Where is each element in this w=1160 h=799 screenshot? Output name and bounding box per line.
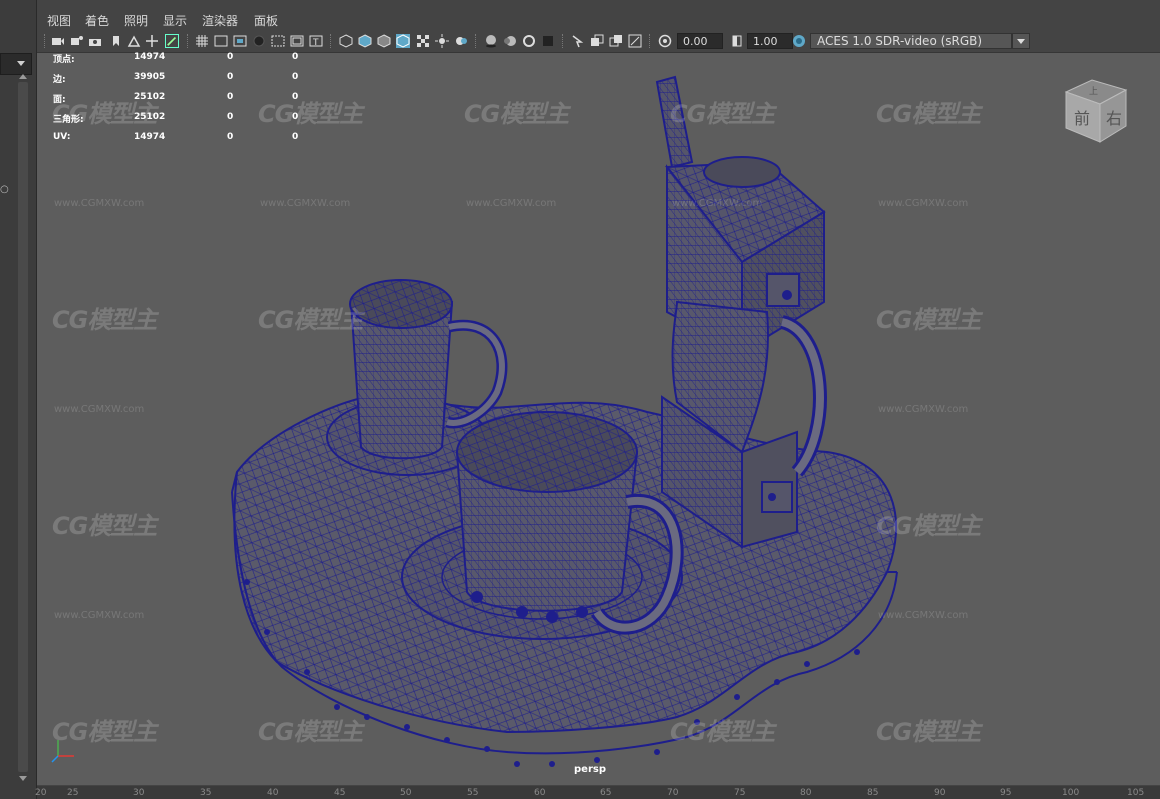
exposure-field[interactable]: 0.00 xyxy=(677,33,723,49)
toolbar-separator xyxy=(187,34,190,48)
film-gate-icon[interactable] xyxy=(214,34,228,48)
ambient-occlusion-icon[interactable] xyxy=(484,34,498,48)
motion-blur-icon[interactable] xyxy=(503,34,517,48)
ruler-tick: 30 xyxy=(133,788,145,798)
toolbar-separator xyxy=(44,34,47,48)
image-plane-icon[interactable] xyxy=(127,34,141,48)
ruler-tick: 70 xyxy=(667,788,679,798)
ruler-tick: 65 xyxy=(600,788,612,798)
ruler-tick: 105 xyxy=(1127,788,1145,798)
panel-toolbar: T 0.00 1.00 ACES 1.0 SDR-video (sRGB) xyxy=(37,30,1160,53)
grid-icon[interactable] xyxy=(195,34,209,48)
left-panel-marker: ○ xyxy=(0,184,9,195)
exposure-icon[interactable] xyxy=(658,34,672,48)
ruler-tick: 80 xyxy=(800,788,812,798)
ruler-tick: 60 xyxy=(534,788,546,798)
left-dropdown[interactable] xyxy=(0,53,32,75)
depth-of-field-icon[interactable] xyxy=(541,34,555,48)
panel-menubar: 视图 着色 照明 显示 渲染器 面板 xyxy=(37,8,1160,30)
xray-components-icon[interactable] xyxy=(628,34,642,48)
isolate-select-icon[interactable] xyxy=(571,34,585,48)
menu-panels[interactable]: 面板 xyxy=(254,12,278,29)
gamma-field[interactable]: 1.00 xyxy=(747,33,793,49)
menu-lighting[interactable]: 照明 xyxy=(124,12,148,29)
ruler-tick: 50 xyxy=(400,788,412,798)
color-transform-field[interactable]: ACES 1.0 SDR-video (sRGB) xyxy=(810,33,1012,49)
ruler-tick: 75 xyxy=(734,788,746,798)
color-transform-dropdown[interactable] xyxy=(1012,33,1030,49)
color-mgmt-icon[interactable] xyxy=(792,34,806,48)
scroll-down-icon[interactable] xyxy=(19,776,27,781)
bookmark-icon[interactable] xyxy=(109,34,123,48)
menu-view[interactable]: 视图 xyxy=(47,12,71,29)
resolution-gate-icon[interactable] xyxy=(233,34,247,48)
light-icon[interactable] xyxy=(435,34,449,48)
toolbar-separator xyxy=(562,34,565,48)
ruler-tick: 55 xyxy=(467,788,479,798)
ruler-tick: 45 xyxy=(334,788,346,798)
ruler-tick: 20 xyxy=(35,788,47,798)
xray-joints-icon[interactable] xyxy=(609,34,623,48)
left-panel: ○ xyxy=(0,0,37,799)
xray-icon[interactable] xyxy=(590,34,604,48)
viewcube-right-label[interactable]: 右 xyxy=(1106,109,1122,128)
field-chart-icon[interactable] xyxy=(271,34,285,48)
viewcube-front-label[interactable]: 前 xyxy=(1074,109,1090,128)
safe-title-icon[interactable]: T xyxy=(309,34,323,48)
ruler-tick: 40 xyxy=(267,788,279,798)
smooth-shade-icon[interactable] xyxy=(358,34,372,48)
camera-icon[interactable] xyxy=(51,34,65,48)
menu-shading[interactable]: 着色 xyxy=(85,12,109,29)
ruler-tick: 95 xyxy=(1000,788,1012,798)
wireframe-on-shaded-icon[interactable] xyxy=(396,34,410,48)
camera-name-label: persp xyxy=(574,764,606,775)
svg-text:T: T xyxy=(312,38,319,48)
ruler-tick: 85 xyxy=(867,788,879,798)
axis-gizmo xyxy=(51,740,74,763)
ruler-tick: 25 xyxy=(67,788,79,798)
ruler-tick: 100 xyxy=(1062,788,1080,798)
wireframe-model[interactable] xyxy=(37,52,1160,786)
shadow-icon[interactable] xyxy=(454,34,468,48)
gamma-icon[interactable] xyxy=(730,34,744,48)
menu-renderer[interactable]: 渲染器 xyxy=(202,12,238,29)
safe-action-icon[interactable] xyxy=(290,34,304,48)
ruler-tick: 35 xyxy=(200,788,212,798)
left-scrollbar[interactable] xyxy=(18,74,28,781)
toolbar-separator xyxy=(649,34,652,48)
camera-attr-icon[interactable] xyxy=(70,34,84,48)
chevron-down-icon xyxy=(1017,39,1025,44)
gate-mask-icon[interactable] xyxy=(252,34,266,48)
anti-alias-icon[interactable] xyxy=(522,34,536,48)
ruler-tick: 90 xyxy=(934,788,946,798)
texture-icon[interactable] xyxy=(416,34,430,48)
scroll-up-icon[interactable] xyxy=(19,74,27,79)
wireframe-icon[interactable] xyxy=(339,34,353,48)
view-cube[interactable]: 上 前 右 xyxy=(1062,76,1130,144)
timeline-ruler[interactable]: 20 25 30 35 40 45 50 55 60 65 70 75 80 8… xyxy=(35,786,1160,799)
grease-pencil-icon[interactable] xyxy=(165,34,179,48)
menu-show[interactable]: 显示 xyxy=(163,12,187,29)
camera-lock-icon[interactable] xyxy=(88,34,102,48)
chevron-down-icon xyxy=(17,61,25,66)
viewcube-top-label[interactable]: 上 xyxy=(1089,86,1098,97)
default-material-icon[interactable] xyxy=(377,34,391,48)
toolbar-separator xyxy=(330,34,333,48)
pan-zoom-icon[interactable] xyxy=(145,34,159,48)
toolbar-separator xyxy=(475,34,478,48)
